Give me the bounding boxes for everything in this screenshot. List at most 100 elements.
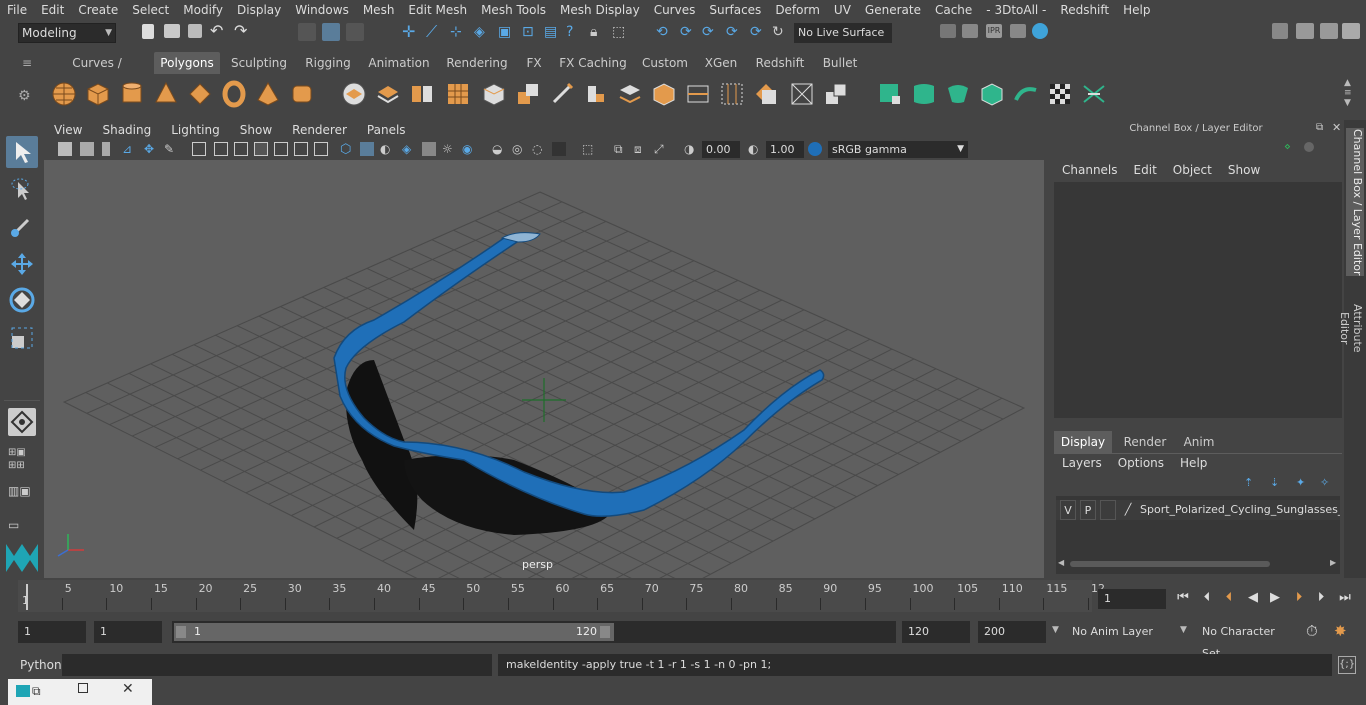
script-editor-icon[interactable]: {;} — [1338, 656, 1356, 674]
menu-generate[interactable]: Generate — [858, 0, 928, 20]
camera-select-icon[interactable] — [58, 142, 72, 156]
shelf-tab-animation[interactable]: Animation — [366, 52, 432, 74]
merge-icon[interactable] — [822, 80, 850, 108]
menu-file[interactable]: File — [0, 0, 34, 20]
last-tool-icon[interactable] — [8, 408, 36, 436]
combine-icon[interactable] — [340, 80, 368, 108]
safe-action-icon[interactable] — [294, 142, 308, 156]
modeling-toolkit-icon[interactable] — [1272, 23, 1288, 39]
channel-list[interactable] — [1054, 182, 1342, 418]
menu-show[interactable]: Show — [1220, 160, 1268, 180]
gate-mask-icon[interactable] — [254, 142, 268, 156]
side-tab-channel-box[interactable]: Channel Box / Layer Editor — [1346, 128, 1364, 276]
move-tool-icon[interactable] — [6, 248, 38, 280]
xray-components-icon[interactable] — [552, 142, 566, 156]
save-scene-icon[interactable] — [188, 24, 202, 38]
menu-edit-mesh[interactable]: Edit Mesh — [401, 0, 474, 20]
use-all-lights-icon[interactable] — [422, 142, 436, 156]
tool-settings-icon[interactable] — [1320, 23, 1338, 39]
panel-menu-shading[interactable]: Shading — [92, 120, 161, 140]
menu-edit[interactable]: Edit — [34, 0, 71, 20]
bookmark-icon[interactable] — [102, 142, 110, 156]
shelf-menu-icon[interactable]: ≡ — [22, 52, 32, 74]
shelf-tab-curves-surfaces[interactable]: Curves / Surfaces — [48, 52, 146, 92]
shelf-tab-redshift[interactable]: Redshift — [752, 52, 808, 74]
separate-icon[interactable] — [374, 80, 402, 108]
resolution-gate-icon[interactable] — [234, 142, 248, 156]
shelf-tab-xgen[interactable]: XGen — [702, 52, 740, 74]
layer-type-toggle[interactable] — [1100, 500, 1116, 520]
menu-channels[interactable]: Channels — [1054, 160, 1126, 180]
xray-joints-icon[interactable]: ◌ — [532, 142, 546, 156]
layer-name[interactable]: Sport_Polarized_Cycling_Sunglasses_B — [1140, 500, 1340, 520]
character-set-dropdown[interactable]: No Character Set — [1196, 621, 1296, 660]
shelf-scroll-icon[interactable]: ▲ ≡ ▼ — [1344, 78, 1352, 108]
menu-deform[interactable]: Deform — [768, 0, 827, 20]
shelf-tab-sculpting[interactable]: Sculpting — [228, 52, 290, 74]
poly-pyramid-icon[interactable] — [254, 80, 282, 108]
attribute-editor-icon[interactable] — [1296, 23, 1314, 39]
layout-outliner-icon[interactable]: ▭ — [8, 518, 36, 532]
ipr-render-icon[interactable]: IPR — [986, 24, 1002, 38]
ambient-occlusion-icon[interactable]: ◉ — [462, 142, 476, 156]
field-chart-icon[interactable] — [274, 142, 288, 156]
wireframe-on-shaded-icon[interactable]: ◐ — [380, 142, 394, 156]
poly-pipe-icon[interactable] — [288, 80, 316, 108]
panel-menu-panels[interactable]: Panels — [357, 120, 416, 140]
textured-icon[interactable]: ◈ — [402, 142, 416, 156]
planar-uv-icon[interactable] — [876, 80, 904, 108]
spherical-uv-icon[interactable] — [944, 80, 972, 108]
poly-sphere-icon[interactable] — [50, 80, 78, 108]
animation-prefs-icon[interactable]: ✸ — [1334, 622, 1354, 642]
two-d-pan-icon[interactable]: ✥ — [144, 142, 158, 156]
uv-checker-icon[interactable] — [1046, 80, 1074, 108]
menu-help[interactable]: Help — [1116, 0, 1157, 20]
poly-cube-icon[interactable] — [84, 80, 112, 108]
anim-layer-dropdown[interactable]: No Anim Layer — [1066, 621, 1172, 643]
safe-title-icon[interactable] — [314, 142, 328, 156]
insert-edge-loop-icon[interactable] — [684, 80, 712, 108]
lasso-tool-icon[interactable] — [6, 174, 38, 206]
automatic-uv-icon[interactable] — [978, 80, 1006, 108]
close-icon[interactable]: ✕ — [122, 681, 134, 697]
shelf-tab-custom[interactable]: Custom — [640, 52, 690, 74]
uv-editor-icon[interactable] — [1080, 80, 1108, 108]
viewport-scene[interactable] — [44, 160, 1044, 578]
new-layer-icon[interactable]: ✦ — [1296, 476, 1305, 489]
new-layer-selected-icon[interactable]: ✧ — [1320, 476, 1329, 489]
time-cursor[interactable] — [26, 584, 28, 610]
range-slider-handle[interactable]: 1 120 — [174, 623, 614, 641]
playback-end-field[interactable]: 120 — [902, 621, 970, 643]
layer-visibility-toggle[interactable]: V — [1060, 500, 1076, 520]
layout-single-icon[interactable]: ⊞▣ ⊞⊞ — [8, 446, 36, 474]
step-forward-frame-icon[interactable]: ⏵ — [1290, 589, 1308, 607]
shelf-tab-fx[interactable]: FX — [522, 52, 546, 74]
playback-start-field[interactable]: 1 — [94, 621, 162, 643]
multi-cut-icon[interactable] — [548, 80, 576, 108]
scale-tool-icon[interactable] — [6, 322, 38, 354]
unfold-uv-icon[interactable] — [1012, 80, 1040, 108]
panel-menu-view[interactable]: View — [44, 120, 92, 140]
offset-edge-loop-icon[interactable] — [718, 80, 746, 108]
grid-toggle-icon[interactable] — [192, 142, 206, 156]
menu-help[interactable]: Help — [1172, 453, 1215, 473]
gamma-icon[interactable]: ◐ — [748, 142, 762, 156]
tab-render[interactable]: Render — [1116, 431, 1174, 453]
menu-object[interactable]: Object — [1165, 160, 1220, 180]
scroll-right-icon[interactable]: ▶ — [1330, 558, 1336, 567]
menu-options[interactable]: Options — [1110, 453, 1172, 473]
select-hierarchy-icon[interactable] — [298, 23, 316, 41]
menu-uv[interactable]: UV — [827, 0, 858, 20]
time-slider[interactable]: 5 10 15 20 25 30 35 40 45 50 55 60 65 70 75 80 85 90 95 100… — [18, 580, 1105, 612]
go-to-start-icon[interactable]: ⏮ — [1174, 589, 1192, 607]
chevron-down-icon[interactable]: ▼ — [1180, 625, 1187, 635]
menu-windows[interactable]: Windows — [288, 0, 356, 20]
smooth-icon[interactable] — [444, 80, 472, 108]
redo-icon[interactable]: ↷ — [234, 23, 252, 42]
undo-icon[interactable]: ↶ — [210, 23, 228, 42]
help-icon[interactable]: ? — [566, 23, 584, 41]
reflect-icon[interactable]: ⟳ — [702, 23, 720, 41]
color-space-dropdown[interactable]: sRGB gamma ▼ — [828, 141, 968, 158]
poly-cylinder-icon[interactable] — [118, 80, 146, 108]
panel-menu-renderer[interactable]: Renderer — [282, 120, 357, 140]
